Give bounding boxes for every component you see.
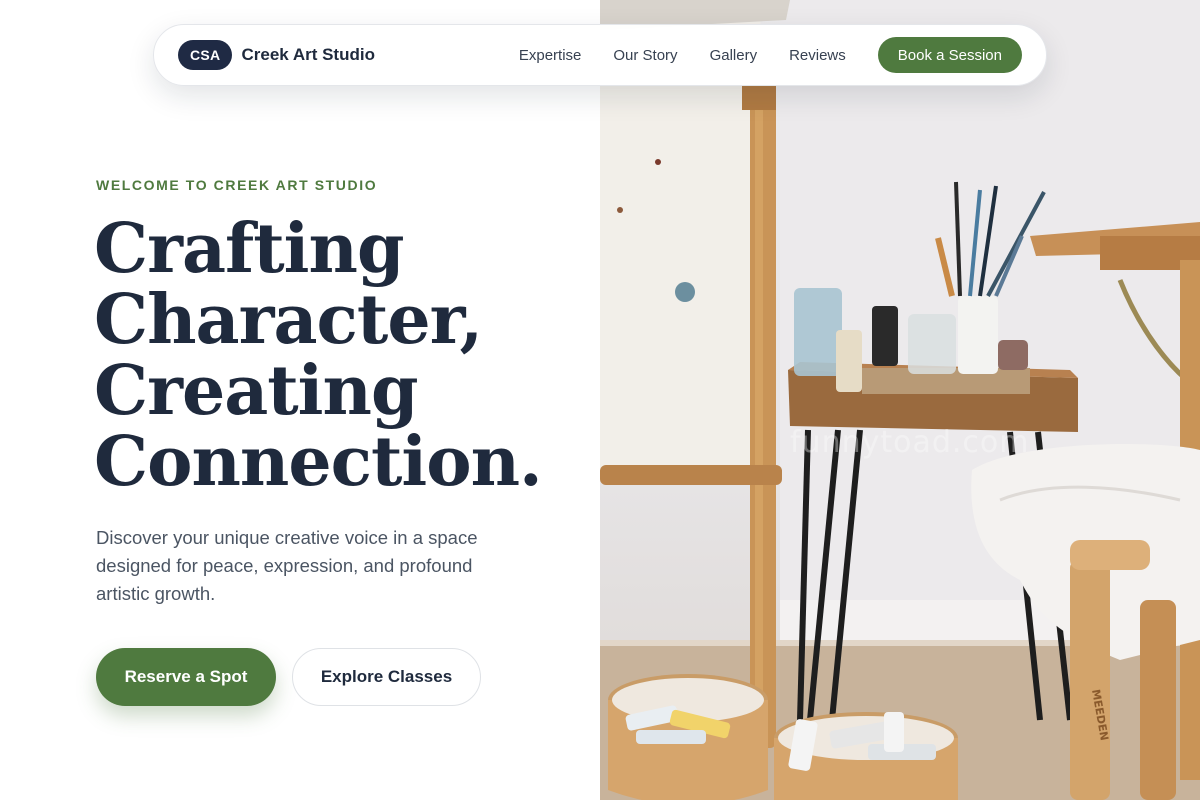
hero-eyebrow: WELCOME TO CREEK ART STUDIO (96, 177, 378, 193)
nav-link-reviews[interactable]: Reviews (789, 47, 846, 64)
art-studio-illustration: MEEDEN (600, 0, 1200, 800)
brand-name: Creek Art Studio (241, 45, 375, 64)
brand-badge: CSA (178, 40, 233, 70)
headline-line-2: Character, (94, 280, 483, 360)
nav-link-gallery[interactable]: Gallery (710, 47, 758, 64)
nav-link-expertise[interactable]: Expertise (519, 47, 582, 64)
headline-line-3: Creating (94, 351, 419, 431)
hero-description: Discover your unique creative voice in a… (96, 527, 478, 604)
book-session-button[interactable]: Book a Session (877, 37, 1022, 73)
headline-line-4: Connection. (94, 422, 543, 502)
watermark-text: funnytoad.com (790, 425, 1030, 460)
hero-headline: Crafting Character, Creating Connection. (94, 214, 574, 498)
top-navigation: CSA Creek Art Studio Expertise Our Story… (153, 24, 1047, 86)
reserve-spot-button[interactable]: Reserve a Spot (96, 648, 276, 706)
hero-photo: MEEDEN funnytoad.com (600, 0, 1200, 800)
headline-line-1: Crafting (94, 209, 405, 289)
brand-logo[interactable]: CSA Creek Art Studio (178, 40, 375, 70)
nav-links: Expertise Our Story Gallery Reviews (519, 47, 846, 64)
nav-link-our-story[interactable]: Our Story (613, 47, 677, 64)
explore-classes-button[interactable]: Explore Classes (292, 648, 481, 706)
